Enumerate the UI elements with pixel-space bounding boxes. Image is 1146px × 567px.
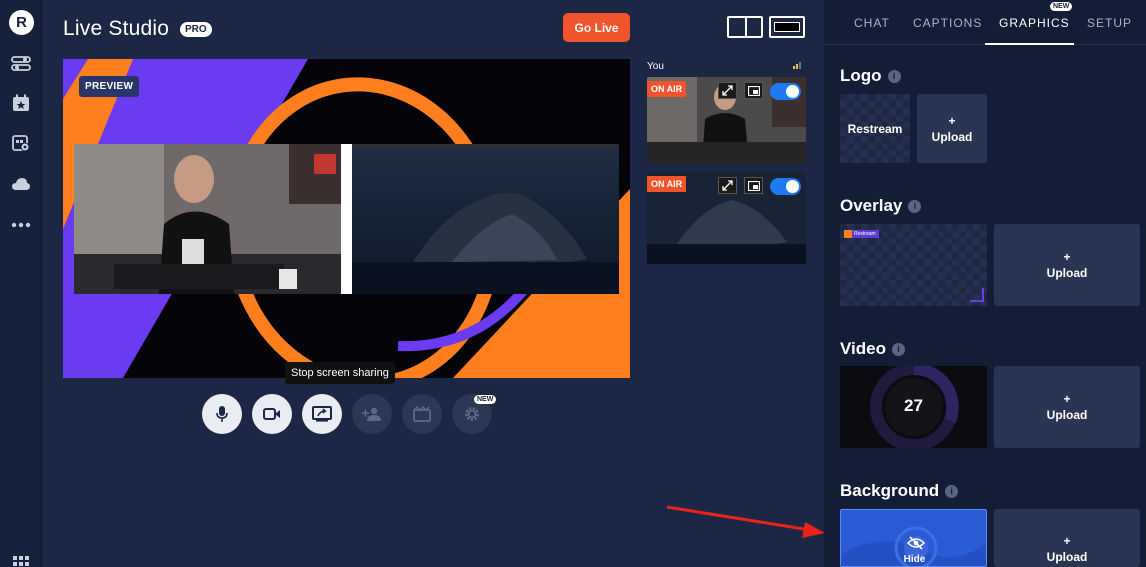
more-dots-icon[interactable] [11, 216, 31, 234]
overlay-item[interactable]: Restream [840, 224, 987, 306]
video-upload-button[interactable]: + Upload [994, 366, 1140, 448]
video-title-text: Video [840, 339, 886, 358]
upload-label: Upload [1046, 266, 1088, 280]
logo-item-restream[interactable]: Restream [840, 94, 910, 163]
video-section-title: Video i [840, 339, 905, 359]
toggles-icon[interactable] [11, 55, 31, 73]
info-icon[interactable]: i [887, 70, 901, 83]
logo-item-text: Restream [847, 121, 903, 136]
screen-share-button[interactable] [302, 394, 342, 434]
graphics-new-badge: NEW [1050, 2, 1073, 11]
camera-feed[interactable] [74, 144, 341, 294]
logo-upload-button[interactable]: + Upload [917, 94, 987, 163]
preview-badge: PREVIEW [79, 76, 140, 97]
cloud-icon[interactable] [11, 175, 31, 193]
screen-visibility-toggle[interactable] [770, 178, 801, 195]
video-clip-button[interactable] [402, 394, 442, 434]
tab-setup[interactable]: SETUP [1087, 16, 1132, 30]
right-panel: CHAT CAPTIONS GRAPHICS SETUP NEW Logo i R… [824, 0, 1146, 567]
signal-strength-icon [793, 61, 801, 69]
add-guest-icon [362, 407, 381, 421]
on-air-badge: ON AIR [647, 81, 687, 97]
stop-screen-sharing-tooltip: Stop screen sharing [285, 362, 395, 384]
countdown-number: 27 [904, 396, 923, 415]
you-label: You [647, 61, 664, 72]
layout-full-inner [774, 22, 800, 32]
video-item-countdown[interactable]: 27 [840, 366, 987, 448]
hide-label: Hide [903, 554, 926, 565]
settings-new-badge: NEW [474, 395, 497, 404]
expand-icon-screen[interactable] [718, 177, 737, 194]
camera-visibility-toggle[interactable] [770, 83, 801, 100]
logo-title-text: Logo [840, 66, 882, 85]
microphone-button[interactable] [202, 394, 242, 434]
camera-icon [263, 408, 280, 420]
settings-gear-icon [465, 407, 479, 421]
logo-section-title: Logo i [840, 66, 901, 86]
overlay-corner-mark [970, 288, 984, 302]
grid-icon[interactable] [11, 553, 31, 567]
layout-split-button[interactable] [727, 16, 763, 38]
picture-in-picture-icon-screen[interactable] [744, 177, 763, 194]
tab-graphics[interactable]: GRAPHICS [999, 16, 1070, 30]
camera-button[interactable] [252, 394, 292, 434]
plus-icon: + [1063, 392, 1071, 406]
go-live-button[interactable]: Go Live [563, 13, 630, 42]
overlay-title-text: Overlay [840, 196, 903, 215]
picture-in-picture-icon[interactable] [744, 82, 763, 99]
info-icon[interactable]: i [908, 200, 922, 213]
background-upload-button[interactable]: + Upload [994, 509, 1140, 567]
add-guest-button[interactable] [352, 394, 392, 434]
expand-icon[interactable] [718, 82, 737, 99]
eye-hidden-icon[interactable] [906, 536, 926, 555]
page-title: Live Studio [63, 17, 170, 40]
screen-share-image [352, 144, 619, 294]
background-title-text: Background [840, 481, 940, 500]
tab-captions[interactable]: CAPTIONS [913, 16, 982, 30]
overlay-mini-logo [844, 230, 852, 238]
overlay-section-title: Overlay i [840, 196, 922, 216]
participant-tile-camera[interactable]: ON AIR [647, 77, 806, 164]
camera-feed-image [74, 144, 341, 294]
info-icon[interactable]: i [945, 485, 959, 498]
participant-tile-screen[interactable]: ON AIR [647, 172, 806, 264]
restream-logo[interactable]: R [9, 10, 34, 35]
plus-icon: + [1063, 534, 1071, 548]
live-studio-app: R Live Studio PRO Go Live PREVIEW Stop s… [0, 0, 1146, 567]
screen-share-feed[interactable] [352, 144, 619, 294]
plus-icon: + [948, 113, 956, 128]
background-item-selected[interactable]: Hide [840, 509, 987, 567]
upload-label: Upload [931, 129, 973, 144]
star-calendar-icon[interactable] [11, 94, 31, 112]
plus-icon: + [1063, 250, 1071, 264]
overlay-upload-button[interactable]: + Upload [994, 224, 1140, 306]
on-air-badge-screen: ON AIR [647, 176, 687, 192]
calendar-settings-icon[interactable] [11, 134, 31, 152]
upload-label: Upload [1046, 408, 1088, 422]
info-icon[interactable]: i [891, 343, 905, 356]
tab-chat[interactable]: CHAT [854, 16, 890, 30]
screen-share-icon [312, 406, 332, 422]
upload-label: Upload [1046, 550, 1088, 564]
active-tab-underline [985, 43, 1074, 45]
panel-tabs: CHAT CAPTIONS GRAPHICS SETUP NEW [824, 0, 1146, 45]
video-clip-icon [413, 406, 431, 422]
split-divider [745, 18, 747, 36]
layout-full-button[interactable] [769, 16, 805, 38]
left-sidebar: R [0, 0, 42, 567]
microphone-icon [216, 406, 228, 422]
red-arrow-annotation [666, 505, 825, 538]
background-section-title: Background i [840, 481, 959, 501]
pro-badge: PRO [180, 22, 212, 37]
